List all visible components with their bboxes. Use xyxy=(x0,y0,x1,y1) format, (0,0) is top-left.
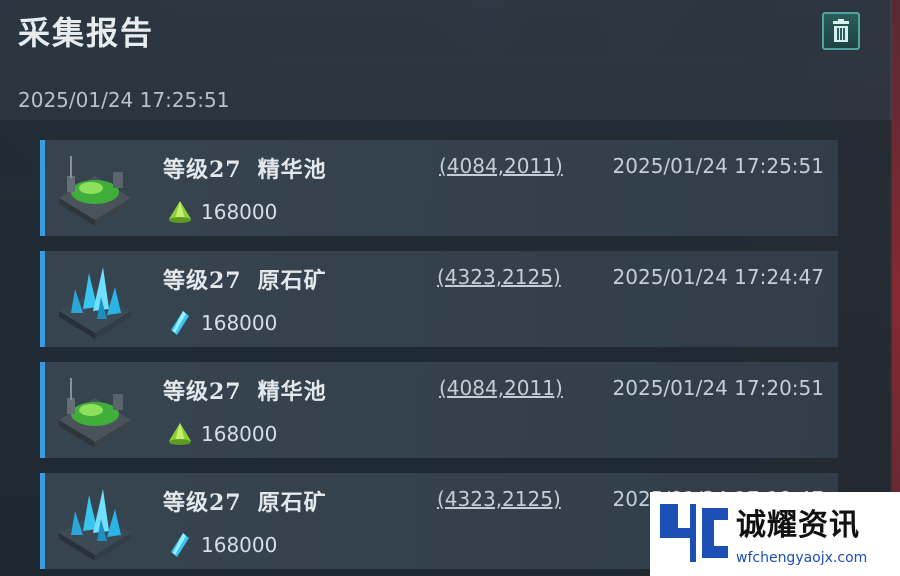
amount-value: 168000 xyxy=(201,422,278,446)
crystal-mine-thumbnail xyxy=(59,489,131,561)
resource-amount: 168000 xyxy=(167,531,277,559)
site-type: 精华池 xyxy=(257,157,327,183)
resource-amount: 168000 xyxy=(167,198,277,226)
amount-value: 168000 xyxy=(201,311,278,335)
essence-pool-thumbnail xyxy=(59,156,131,226)
report-timestamp: 2025/01/24 17:25:51 xyxy=(18,88,230,112)
delete-button[interactable] xyxy=(822,12,860,50)
site-level: 等级27 xyxy=(163,490,242,516)
amount-value: 168000 xyxy=(201,200,278,224)
report-time: 2025/01/24 17:24:47 xyxy=(612,265,824,289)
crystal-mine-thumbnail xyxy=(59,267,131,339)
resource-amount: 168000 xyxy=(167,420,277,448)
watermark-url: wfchengyaojx.com xyxy=(736,550,868,566)
site-name: 等级27 原石矿 xyxy=(163,263,327,295)
site-name: 等级27 精华池 xyxy=(163,374,327,406)
site-name: 等级27 原石矿 xyxy=(163,485,327,517)
crystal-icon xyxy=(171,533,189,557)
report-time: 2025/01/24 17:20:51 xyxy=(612,376,824,400)
essence-drop-icon xyxy=(169,423,191,445)
watermark-text: 诚耀资讯 xyxy=(736,508,860,543)
essence-pool-thumbnail xyxy=(59,378,131,448)
site-level: 等级27 xyxy=(163,268,242,294)
site-type: 精华池 xyxy=(257,379,327,405)
coordinates-link[interactable]: (4323,2125) xyxy=(437,487,561,511)
coordinates-link[interactable]: (4323,2125) xyxy=(437,265,561,289)
site-name: 等级27 精华池 xyxy=(163,152,327,184)
site-level: 等级27 xyxy=(163,157,242,183)
trash-icon xyxy=(833,19,849,42)
crystal-icon xyxy=(171,311,189,335)
page-title: 采集报告 xyxy=(18,14,155,52)
report-row[interactable]: 等级27 原石矿 (4323,2125) 2025/01/24 17:24:47 … xyxy=(40,251,838,347)
watermark-logo xyxy=(660,504,728,562)
coordinates-link[interactable]: (4084,2011) xyxy=(439,376,563,400)
site-type: 原石矿 xyxy=(257,268,327,294)
report-row[interactable]: 等级27 精华池 (4084,2011) 2025/01/24 17:25:51 … xyxy=(40,140,838,236)
watermark: 诚耀资讯 wfchengyaojx.com xyxy=(650,492,900,576)
essence-drop-icon xyxy=(169,201,191,223)
coordinates-link[interactable]: (4084,2011) xyxy=(439,154,563,178)
resource-amount: 168000 xyxy=(167,309,277,337)
amount-value: 168000 xyxy=(201,533,278,557)
report-time: 2025/01/24 17:25:51 xyxy=(612,154,824,178)
report-row[interactable]: 等级27 精华池 (4084,2011) 2025/01/24 17:20:51 … xyxy=(40,362,838,458)
site-level: 等级27 xyxy=(163,379,242,405)
site-type: 原石矿 xyxy=(257,490,327,516)
